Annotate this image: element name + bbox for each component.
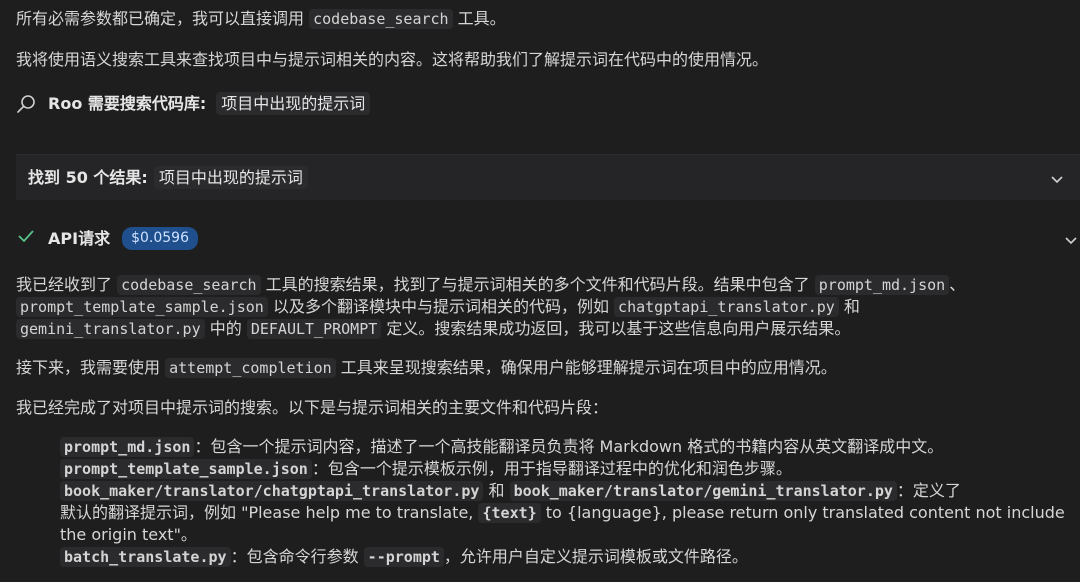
- chevron-down-icon[interactable]: [1064, 232, 1078, 246]
- assistant-message-2: 我将使用语义搜索工具来查找项目中与提示词相关的内容。这将帮助我们了解提示词在代码…: [16, 50, 769, 69]
- assistant-paragraph-2: 接下来，我需要使用 attempt_completion 工具来呈现搜索结果，确…: [16, 358, 837, 378]
- tool-search-line: Roo 需要搜索代码库: 项目中出现的提示词: [16, 92, 371, 115]
- api-label: API请求: [48, 229, 111, 248]
- assistant-message-1: 所有必需参数都已确定，我可以直接调用 codebase_search 工具。: [16, 9, 506, 29]
- tool-query: 项目中出现的提示词: [216, 92, 371, 115]
- cost-badge: $0.0596: [122, 227, 198, 250]
- result-label: 找到 50 个结果:: [28, 168, 148, 187]
- list-item: book_maker/translator/chatgptapi_transla…: [60, 481, 1065, 544]
- check-icon: [16, 226, 36, 251]
- list-item: prompt_template_sample.json ：包含一个提示模板示例，用…: [60, 458, 1076, 480]
- assistant-paragraph-3: 我已经完成了对项目中提示词的搜索。以下是与提示词相关的主要文件和代码片段：: [16, 398, 609, 417]
- result-query: 项目中出现的提示词: [153, 166, 308, 189]
- api-request-row[interactable]: API请求 $0.0596: [16, 226, 198, 251]
- result-list: prompt_md.json ：包含一个提示词内容，描述了一个高技能翻译员负责将 …: [60, 436, 1076, 568]
- search-results-toggle[interactable]: 找到 50 个结果: 项目中出现的提示词: [16, 154, 1080, 200]
- tool-label: Roo 需要搜索代码库:: [48, 94, 207, 113]
- list-item: prompt_md.json ：包含一个提示词内容，描述了一个高技能翻译员负责将 …: [60, 436, 1076, 458]
- assistant-paragraph-1: 我已经收到了 codebase_search 工具的搜索结果，找到了与提示词相关…: [16, 275, 966, 339]
- search-icon: [16, 93, 38, 115]
- list-item: batch_translate.py ：包含命令行参数 --prompt ，允许用户…: [60, 546, 1076, 568]
- chevron-down-icon[interactable]: [1050, 171, 1064, 185]
- inline-code: codebase_search: [309, 9, 453, 29]
